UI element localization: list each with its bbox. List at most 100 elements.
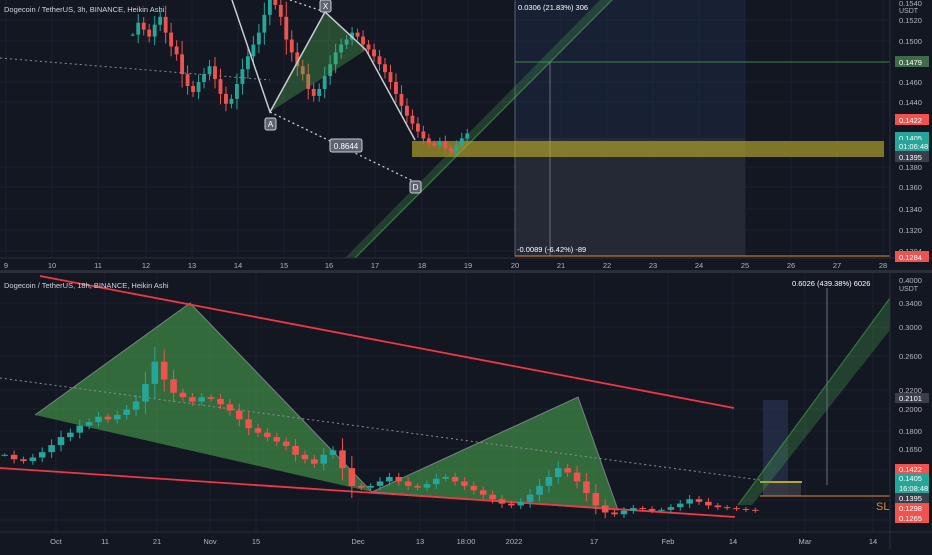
- point-label-a[interactable]: A: [264, 117, 277, 131]
- bottom-x-tick: 21: [153, 537, 161, 546]
- top-candle: [158, 16, 163, 25]
- top-y-tick: 0.1320: [899, 226, 922, 235]
- top-x-tick: 26: [787, 261, 795, 270]
- top-candle: [235, 84, 239, 99]
- bottom-x-tick: 13: [416, 537, 424, 546]
- top-candle: [169, 32, 174, 47]
- bottom-x-tick: Oct: [50, 537, 63, 546]
- bottom-candle: [179, 392, 187, 398]
- top-candle: [240, 69, 245, 85]
- bottom-x-tick: 15: [252, 537, 260, 546]
- bottom-last-tag-text: 0.1405: [899, 474, 922, 483]
- top-y-tick: 0.1440: [899, 98, 922, 107]
- bottom-candle: [132, 401, 140, 410]
- bottom-candle: [226, 404, 234, 411]
- top-candle: [465, 133, 470, 139]
- top-candle: [163, 16, 168, 33]
- bottom-candle: [536, 485, 543, 495]
- bottom-candle: [611, 512, 618, 515]
- top-x-tick: 9: [4, 261, 8, 270]
- bottom-candle: [67, 432, 74, 438]
- bottom-candle: [620, 510, 628, 515]
- top-candle: [394, 82, 398, 94]
- top-candle: [443, 141, 448, 149]
- panel-divider[interactable]: [0, 270, 932, 273]
- top-axis-unit: USDT: [899, 8, 919, 15]
- top-candle: [421, 131, 426, 139]
- top-candle: [289, 39, 294, 53]
- top-candle: [180, 54, 185, 75]
- ratio-label[interactable]: 0.8644: [329, 138, 363, 153]
- bottom-y-tick: 0.3000: [899, 323, 922, 332]
- top-y-tick: 0.1460: [899, 78, 922, 87]
- top-candle: [191, 86, 195, 92]
- bottom-candle: [76, 425, 84, 433]
- bottom-candle: [508, 503, 515, 506]
- top-candle: [278, 4, 283, 17]
- top-candle: [185, 74, 190, 86]
- top-x-tick: 23: [649, 261, 657, 270]
- top-candle: [196, 82, 201, 92]
- bottom-candle: [38, 452, 46, 458]
- top-candle: [245, 56, 250, 70]
- bottom-y-tick: 0.2000: [899, 405, 922, 414]
- bottom-candle: [705, 501, 712, 506]
- top-candle: [141, 22, 146, 30]
- bottom-candle: [573, 472, 581, 482]
- top-x-tick: 16: [325, 261, 333, 270]
- bottom-candle: [498, 499, 506, 504]
- top-x-tick: 10: [48, 261, 56, 270]
- bottom-candle: [85, 422, 93, 426]
- bottom-candle: [517, 501, 525, 506]
- chart-stage[interactable]: X A D 0.8644 Dogecoin / TetherUS, 3h, BI…: [0, 0, 932, 550]
- bottom-candle: [667, 507, 675, 510]
- top-y-tick: 0.1284: [899, 253, 922, 262]
- bottom-candle: [151, 361, 159, 384]
- bottom-x-tick: 17: [590, 537, 598, 546]
- svg-text:A: A: [268, 120, 274, 129]
- top-candle: [322, 76, 327, 89]
- top-y-tick: 0.1340: [899, 205, 922, 214]
- point-label-d[interactable]: D: [409, 180, 422, 194]
- bottom-candle: [123, 409, 130, 415]
- top-candle: [267, 0, 272, 15]
- bottom-candle: [526, 494, 534, 502]
- top-x-tick: 13: [188, 261, 196, 270]
- bottom-candle: [10, 454, 18, 460]
- bottom-candle: [104, 416, 112, 420]
- bottom-candle: [254, 428, 262, 433]
- bottom-candle: [676, 503, 684, 508]
- bottom-candle: [282, 441, 290, 446]
- bottom-candle: [273, 437, 281, 442]
- bottom-level-tag-text: 0.2101: [899, 394, 922, 403]
- top-x-tick: 22: [603, 261, 611, 270]
- top-candle: [311, 88, 316, 96]
- top-candle: [284, 16, 289, 40]
- top-x-tick: 12: [142, 261, 150, 270]
- bottom-candle: [442, 477, 449, 479]
- bottom-candle: [564, 468, 571, 473]
- top-candle: [147, 29, 152, 37]
- bottom-x-tick: 14: [869, 537, 877, 546]
- bottom-candle: [217, 398, 224, 405]
- top-candle: [317, 88, 322, 96]
- bottom-candle: [423, 484, 431, 488]
- chart-canvas[interactable]: X A D 0.8644 Dogecoin / TetherUS, 3h, BI…: [0, 0, 932, 550]
- bottom-candle: [29, 457, 37, 462]
- bottom-legend: Dogecoin / TetherUS, 18h, BINANCE, Heiki…: [4, 281, 169, 290]
- bottom-x-tick: 11: [101, 537, 109, 546]
- bottom-candle: [723, 507, 731, 509]
- top-candle: [136, 22, 141, 35]
- bottom-y-tick: 0.2600: [899, 352, 922, 361]
- bottom-y-tick: 0.1650: [899, 445, 922, 454]
- bottom-candle: [367, 485, 374, 488]
- bottom-candle: [1, 454, 8, 456]
- top-x-tick: 20: [511, 261, 519, 270]
- bottom-candle: [207, 397, 215, 399]
- top-y-tick: 0.1540: [899, 0, 922, 8]
- point-label-x[interactable]: X: [319, 0, 332, 13]
- top-y-tick: 0.1422: [899, 116, 922, 125]
- top-x-tick: 25: [741, 261, 749, 270]
- bottom-p3-tag-text: 0.1298: [899, 504, 922, 513]
- bottom-countdown-tag-text: 16:08:48: [899, 484, 928, 493]
